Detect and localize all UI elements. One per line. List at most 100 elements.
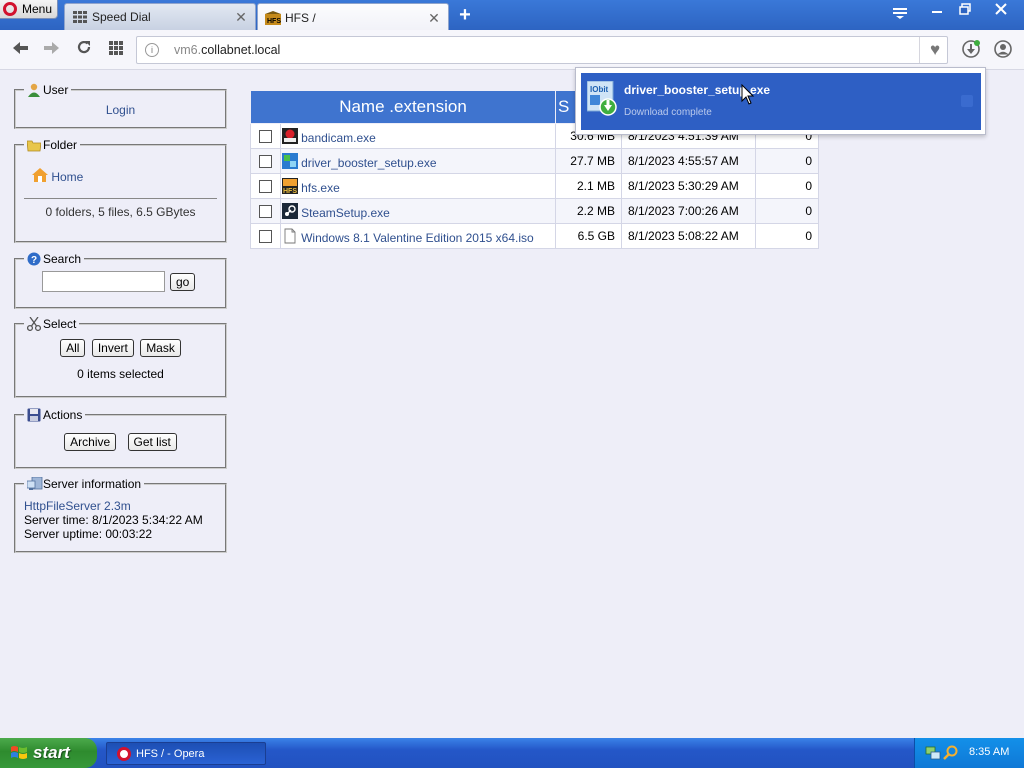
scissors-icon [26, 316, 42, 332]
actions-panel: Actions Archive Get list [14, 408, 227, 469]
mask-button[interactable]: Mask [140, 339, 181, 357]
iobit-installer-icon: IObit [586, 80, 617, 117]
search-panel: ? Search go [14, 252, 227, 309]
file-link[interactable]: driver_booster_setup.exe [301, 156, 436, 170]
actions-legend-label: Actions [43, 408, 83, 422]
file-link[interactable]: bandicam.exe [301, 131, 376, 145]
steam-icon [282, 202, 299, 219]
new-tab-button[interactable]: + [456, 5, 474, 25]
iobit-icon-label: IObit [590, 85, 609, 94]
mouse-cursor-icon [741, 83, 755, 106]
svg-text:?: ? [31, 255, 37, 266]
svg-text:HFS: HFS [283, 188, 297, 194]
back-icon[interactable] [10, 39, 32, 61]
file-date: 8/1/2023 5:08:22 AM [621, 223, 756, 249]
file-checkbox[interactable] [259, 205, 273, 219]
file-checkbox[interactable] [259, 230, 273, 244]
windows-taskbar: start HFS / - Opera 8:35 AM [0, 738, 1024, 768]
clock: 8:35 AM [969, 746, 1010, 758]
server-legend: Server information [24, 476, 144, 491]
close-window-icon[interactable] [990, 2, 1012, 20]
close-tab-icon[interactable]: ✕ [427, 11, 441, 25]
tab-menu-icon[interactable] [889, 6, 911, 24]
file-row: Windows 8.1 Valentine Edition 2015 x64.i… [249, 223, 819, 249]
server-legend-label: Server information [43, 477, 142, 491]
save-icon [27, 408, 41, 422]
address-bar[interactable]: i vm6.collabnet.local ♥ [136, 36, 948, 64]
taskbar-opera-button[interactable]: HFS / - Opera [106, 742, 266, 765]
file-date: 8/1/2023 5:30:29 AM [621, 173, 756, 199]
bandicam-icon [282, 127, 299, 144]
file-link[interactable]: Windows 8.1 Valentine Edition 2015 x64.i… [301, 231, 534, 245]
file-checkbox[interactable] [259, 155, 273, 169]
file-row: SteamSetup.exe 2.2 MB 8/1/2023 7:00:26 A… [249, 198, 819, 224]
folder-summary: 0 folders, 5 files, 6.5 GBytes [45, 205, 196, 219]
windows-logo-icon [10, 744, 28, 762]
search-go-button[interactable]: go [170, 272, 196, 291]
folder-icon [26, 138, 42, 152]
search-legend: ? Search [24, 252, 84, 266]
restore-icon[interactable] [954, 2, 976, 20]
address-divider [919, 37, 920, 63]
folder-panel: Folder Home 0 folders, 5 files, 6.5 GByt… [14, 138, 227, 243]
heart-icon[interactable]: ♥ [925, 40, 945, 60]
actions-legend: Actions [24, 408, 85, 422]
file-size: 6.5 GB [555, 223, 622, 249]
tab-hfs[interactable]: HFS HFS / ✕ [257, 3, 449, 31]
selection-status: 0 items selected [77, 367, 164, 381]
file-link[interactable]: SteamSetup.exe [301, 206, 390, 220]
name-column-header[interactable]: Name .extension [250, 90, 556, 124]
start-button[interactable]: start [0, 738, 97, 768]
remove-download-icon[interactable] [961, 95, 973, 107]
login-link[interactable]: Login [106, 103, 135, 117]
home-link[interactable]: Home [51, 170, 83, 184]
download-item[interactable]: IObit driver_booster_setup.exe Download … [581, 73, 981, 130]
archive-button[interactable]: Archive [64, 433, 117, 451]
account-icon[interactable] [993, 39, 1013, 59]
file-link[interactable]: hfs.exe [301, 181, 340, 195]
get-list-button[interactable]: Get list [127, 433, 177, 451]
file-size: 2.2 MB [555, 198, 622, 224]
tab-speed-dial[interactable]: Speed Dial ✕ [64, 3, 256, 30]
folder-legend-label: Folder [43, 138, 78, 152]
tab-title: HFS / [285, 10, 316, 25]
opera-logo-icon [3, 2, 17, 16]
opera-menu-button[interactable]: Menu [0, 0, 58, 19]
address-url[interactable]: vm6.collabnet.local [174, 43, 280, 57]
speed-dial-icon [72, 10, 88, 24]
address-host: collabnet.local [201, 43, 281, 57]
downloads-icon[interactable] [961, 39, 981, 59]
opera-logo-icon [117, 746, 131, 761]
download-popup: IObit driver_booster_setup.exe Download … [575, 67, 986, 135]
driver-booster-icon [282, 152, 299, 169]
address-host-prefix: vm6. [174, 43, 202, 57]
forward-icon[interactable] [40, 39, 62, 61]
file-checkbox[interactable] [259, 180, 273, 194]
file-date: 8/1/2023 7:00:26 AM [621, 198, 756, 224]
invert-selection-button[interactable]: Invert [91, 339, 134, 357]
download-status: Download complete [624, 107, 712, 118]
file-row: driver_booster_setup.exe 27.7 MB 8/1/202… [249, 148, 819, 174]
select-all-button[interactable]: All [60, 339, 86, 357]
search-input[interactable] [42, 271, 165, 292]
site-info-icon[interactable]: i [145, 43, 159, 57]
file-icon [282, 228, 298, 244]
server-info-panel: Server information HttpFileServer 2.3m S… [14, 476, 227, 553]
computer-icon [26, 476, 43, 491]
network-icon[interactable] [925, 745, 941, 761]
file-size: 27.7 MB [555, 148, 622, 174]
user-legend-label: User [43, 83, 69, 97]
close-tab-icon[interactable]: ✕ [234, 10, 248, 24]
taskbar-task-label: HFS / - Opera [136, 747, 205, 760]
file-checkbox[interactable] [259, 130, 273, 144]
user-panel: User Login [14, 83, 227, 129]
speed-dial-grid-icon[interactable] [105, 39, 127, 61]
hfs-version-link[interactable]: HttpFileServer 2.3m [24, 499, 131, 513]
file-hits: 0 [755, 223, 819, 249]
opera-menu-label: Menu [22, 2, 53, 16]
minimize-icon[interactable] [926, 2, 948, 20]
server-time: Server time: 8/1/2023 5:34:22 AM [24, 513, 203, 527]
reload-icon[interactable] [73, 39, 95, 61]
search-icon[interactable] [943, 745, 959, 761]
file-date: 8/1/2023 4:55:57 AM [621, 148, 756, 174]
